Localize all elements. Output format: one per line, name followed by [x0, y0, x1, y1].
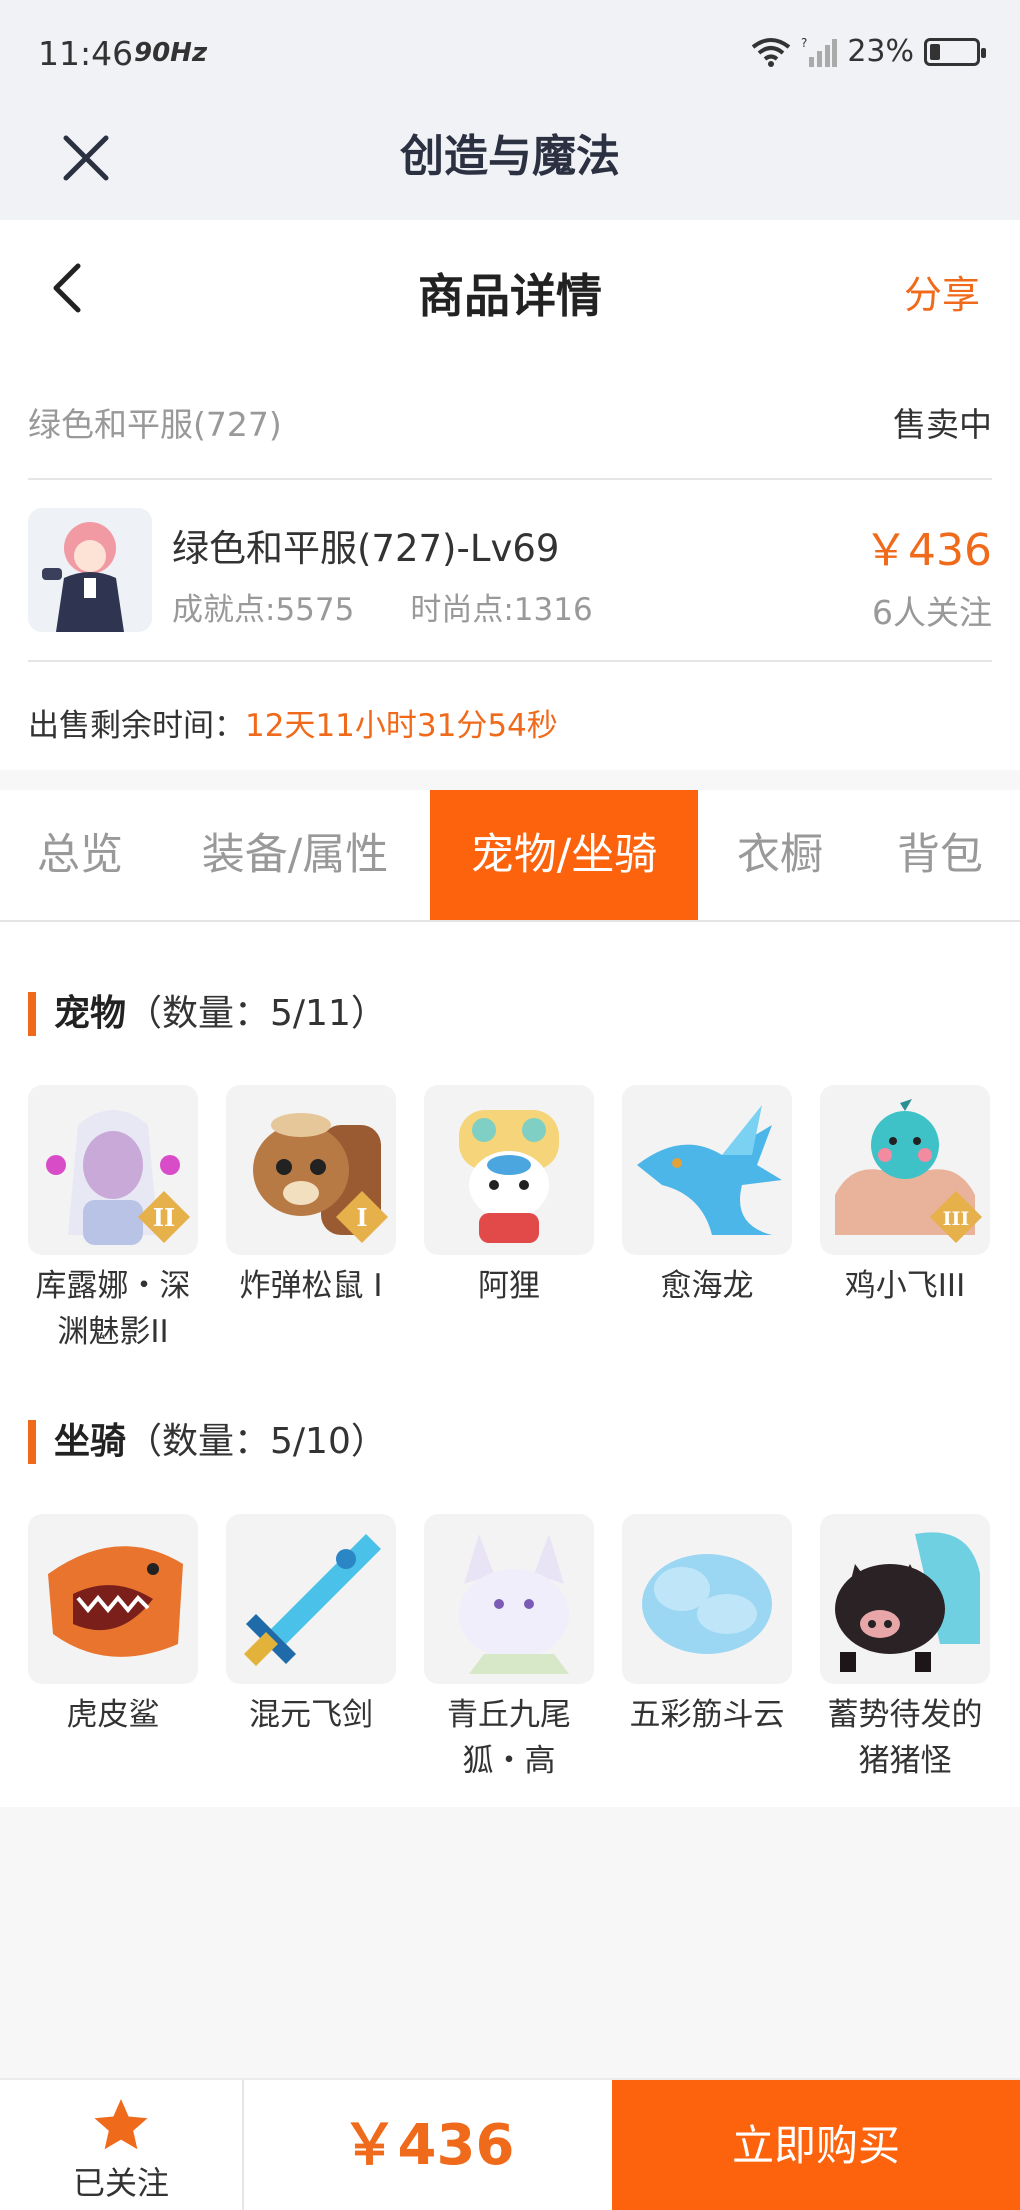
pets-section-title: 宠物（数量：5/11）	[28, 992, 387, 1036]
product-info: 绿色和平服(727) 售卖中 绿色和平服(727)-Lv69 成就点:5575 时…	[0, 360, 1020, 770]
bottom-bar: 已关注 ￥436 立即购买	[0, 2078, 1020, 2210]
follow-button[interactable]: 已关注	[0, 2080, 244, 2210]
tab-pets-mounts[interactable]: 宠物/坐骑	[430, 790, 698, 920]
svg-text:III: III	[943, 1208, 970, 1230]
pet-name: 愈海龙	[660, 1268, 754, 1304]
pet-card[interactable]: II 库露娜・深渊魅影II	[28, 1085, 198, 1355]
tab-bag[interactable]: 背包	[870, 790, 1010, 920]
server-name: 绿色和平服(727)	[28, 405, 282, 444]
achievement-points: 成就点:5575	[172, 592, 355, 628]
pet-card[interactable]: I 炸弹松鼠 I	[226, 1085, 396, 1355]
mount-name: 虎皮鲨	[66, 1697, 160, 1733]
pet-chick-icon: III	[820, 1085, 990, 1255]
page-title: 商品详情	[418, 269, 602, 323]
pet-card[interactable]: 愈海龙	[622, 1085, 792, 1355]
mount-fox-icon	[424, 1514, 594, 1684]
mount-card[interactable]: 虎皮鲨	[28, 1514, 198, 1784]
pet-squirrel-icon: I	[226, 1085, 396, 1255]
pets-grid: II 库露娜・深渊魅影II I 炸弹松鼠 I 阿狸 愈海龙 III 鸡小飞III	[28, 1085, 990, 1355]
tab-overview[interactable]: 总览	[0, 790, 160, 920]
mount-card[interactable]: 青丘九尾狐・高	[424, 1514, 594, 1784]
pet-name: 阿狸	[478, 1268, 540, 1304]
mounts-grid: 虎皮鲨 混元飞剑 青丘九尾狐・高 五彩筋斗云 蓄势待发的猪猪怪	[28, 1514, 990, 1784]
character-stats: 成就点:5575 时尚点:1316	[172, 584, 593, 629]
fashion-points: 时尚点:1316	[410, 592, 593, 628]
svg-text:II: II	[153, 1203, 175, 1232]
signal-icon: ?	[801, 37, 838, 67]
pet-name: 库露娜・深渊魅影II	[35, 1268, 191, 1350]
star-icon	[94, 2099, 148, 2150]
character-avatar	[28, 508, 152, 632]
tab-equipment[interactable]: 装备/属性	[180, 790, 410, 920]
mount-card[interactable]: 混元飞剑	[226, 1514, 396, 1784]
mount-name: 青丘九尾狐・高	[447, 1697, 571, 1779]
rank-badge-icon: I	[336, 1191, 388, 1243]
character-row[interactable]: 绿色和平服(727)-Lv69 成就点:5575 时尚点:1316 ￥436 6人…	[28, 480, 992, 662]
detail-header: 商品详情 分享	[0, 220, 1020, 360]
pet-card[interactable]: 阿狸	[424, 1085, 594, 1355]
rank-badge-icon: II	[138, 1191, 190, 1243]
bottom-price: ￥436	[341, 2113, 515, 2178]
mount-name: 蓄势待发的猪猪怪	[827, 1697, 983, 1779]
server-row: 绿色和平服(727) 售卖中	[28, 360, 992, 480]
mounts-section-title: 坐骑（数量：5/10）	[28, 1420, 387, 1464]
mount-name: 五彩筋斗云	[629, 1697, 785, 1733]
buy-now-button[interactable]: 立即购买	[612, 2080, 1020, 2210]
mount-shark-icon	[28, 1514, 198, 1684]
svg-text:?: ?	[801, 37, 807, 50]
pet-dragon-icon	[622, 1085, 792, 1255]
mount-cloud-icon	[622, 1514, 792, 1684]
pet-name: 炸弹松鼠 I	[239, 1268, 383, 1304]
pets-mounts-panel: 宠物（数量：5/11） II 库露娜・深渊魅影II I 炸弹松鼠 I 阿狸 愈海…	[0, 922, 1020, 1807]
mount-card[interactable]: 五彩筋斗云	[622, 1514, 792, 1784]
follower-count: 6人关注	[872, 593, 992, 632]
mount-pig-icon	[820, 1514, 990, 1684]
remaining-time-label: 出售剩余时间：	[28, 708, 245, 744]
pet-card[interactable]: III 鸡小飞III	[820, 1085, 990, 1355]
mount-sword-icon	[226, 1514, 396, 1684]
mount-card[interactable]: 蓄势待发的猪猪怪	[820, 1514, 990, 1784]
svg-text:I: I	[356, 1203, 367, 1232]
pet-kuluna-icon: II	[28, 1085, 198, 1255]
remaining-time-value: 12天11小时31分54秒	[245, 708, 558, 744]
character-name: 绿色和平服(727)-Lv69	[172, 527, 560, 570]
status-icons: ? 23%	[751, 34, 986, 69]
refresh-rate: 90Hz	[134, 38, 208, 68]
tab-bar: 总览 装备/属性 宠物/坐骑 衣橱 背包	[0, 790, 1020, 922]
status-time: 11:46	[38, 34, 134, 73]
item-price: ￥436	[864, 525, 992, 576]
battery-fill	[930, 43, 940, 60]
sale-status: 售卖中	[893, 405, 992, 444]
wifi-icon	[752, 37, 791, 67]
pet-ali-icon	[424, 1085, 594, 1255]
app-title: 创造与魔法	[400, 131, 620, 182]
share-button[interactable]: 分享	[904, 264, 980, 319]
mount-name: 混元飞剑	[249, 1697, 373, 1733]
pet-name: 鸡小飞III	[844, 1268, 966, 1304]
follow-label: 已关注	[72, 2164, 169, 2202]
remaining-time: 出售剩余时间：12天11小时31分54秒	[28, 700, 558, 745]
battery-percent: 23%	[847, 34, 914, 69]
status-bar: 11:46 90Hz ? 23%	[0, 0, 1020, 110]
tab-wardrobe[interactable]: 衣橱	[710, 790, 850, 920]
app-bar: 创造与魔法	[0, 110, 1020, 220]
rank-badge-icon: III	[930, 1191, 982, 1243]
battery-icon	[924, 37, 986, 66]
